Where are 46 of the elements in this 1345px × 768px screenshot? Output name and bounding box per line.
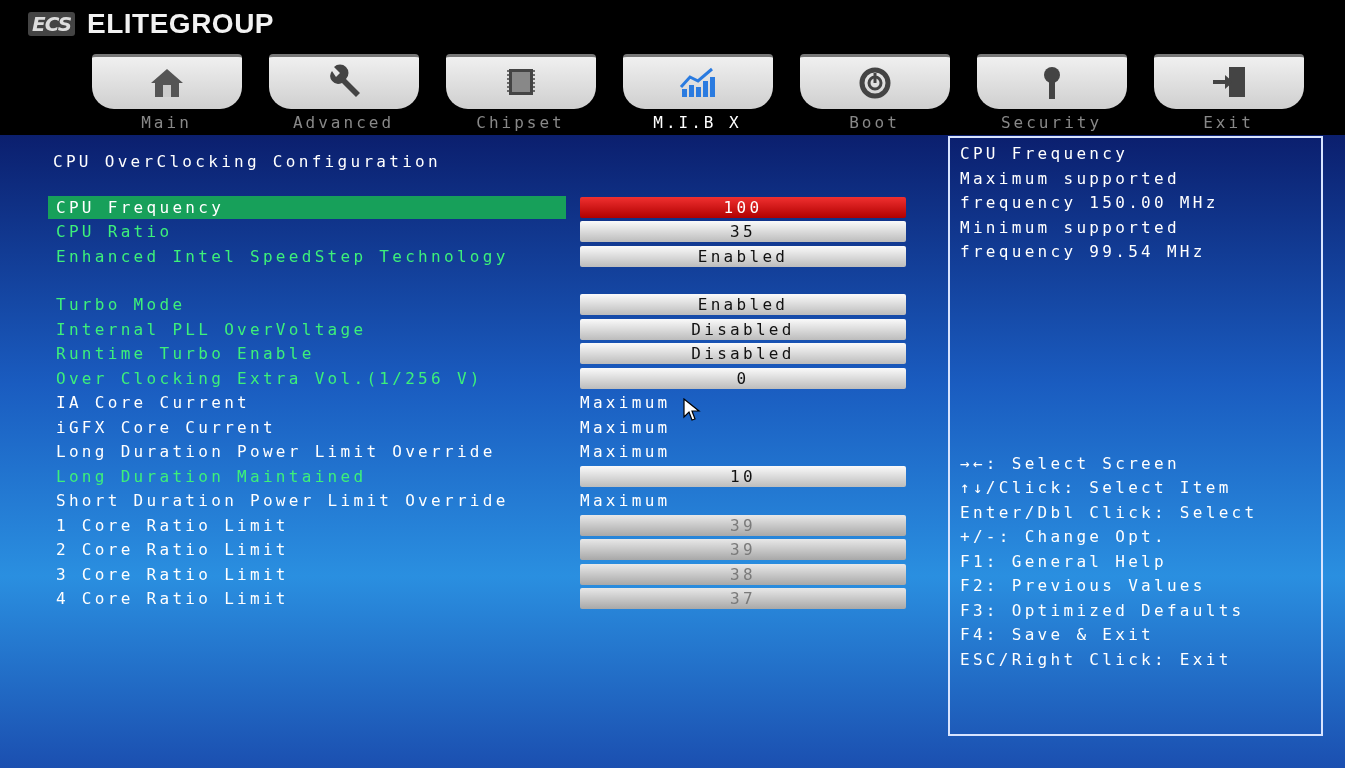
value-field[interactable]: 0 [580,367,906,389]
setting-label[interactable]: Turbo Mode [48,293,566,317]
brand-name: ELITEGROUP [87,8,275,40]
key-hint: ↑↓/Click: Select Item [960,477,1233,499]
setting-label[interactable]: Runtime Turbo Enable [48,342,566,366]
setting-label[interactable]: Over Clocking Extra Vol.(1/256 V) [48,366,566,390]
setting-label[interactable]: Short Duration Power Limit Override [48,489,566,513]
value-field: 37 [580,588,906,610]
setting-label[interactable]: Enhanced Intel SpeedStep Technology [48,244,566,268]
setting-value: Maximum [580,393,671,413]
help-text: frequency 99.54 MHz [960,241,1207,263]
logo: ECS [28,12,76,36]
value-field: 39 [580,539,906,561]
setting-label[interactable]: CPU Frequency [48,195,566,219]
help-title: CPU Frequency [960,143,1130,165]
setting-label[interactable]: CPU Ratio [48,220,566,244]
key-hint: +/-: Change Opt. [960,526,1168,548]
value-field[interactable]: 10 [580,465,906,487]
key-hint: F3: Optimized Defaults [960,599,1246,622]
key-hint: F2: Previous Values [960,575,1207,597]
setting-value: Maximum [580,491,671,511]
value-field: 38 [580,563,906,585]
help-text: Minimum supported [960,216,1181,239]
setting-label[interactable]: Internal PLL OverVoltage [48,317,566,341]
key-hint: F1: General Help [960,550,1168,573]
key-hint: F4: Save & Exit [960,624,1155,646]
value-field[interactable]: Enabled [580,294,906,316]
setting-label[interactable]: Long Duration Power Limit Override [48,440,566,464]
help-text: frequency 150.00 MHz [960,192,1220,214]
page-title: CPU OverClocking Configuration [53,152,442,171]
setting-value: Maximum [580,417,671,437]
value-field[interactable]: Disabled [580,343,906,365]
mouse-cursor-icon [683,398,701,422]
key-hint: ESC/Right Click: Exit [960,648,1233,671]
value-field[interactable]: 100 [580,196,906,218]
setting-value: Maximum [580,442,671,462]
value-field[interactable]: Disabled [580,318,906,340]
value-field[interactable]: Enabled [580,245,906,267]
key-hint: Enter/Dbl Click: Select [960,501,1259,524]
setting-label[interactable]: iGFX Core Current [48,415,566,439]
key-hint: →←: Select Screen [960,452,1181,475]
help-text: Maximum supported [960,167,1181,190]
setting-label[interactable]: IA Core Current [48,391,566,415]
value-field[interactable]: 35 [580,221,906,243]
value-field: 39 [580,514,906,536]
setting-label[interactable]: Long Duration Maintained [48,464,566,488]
